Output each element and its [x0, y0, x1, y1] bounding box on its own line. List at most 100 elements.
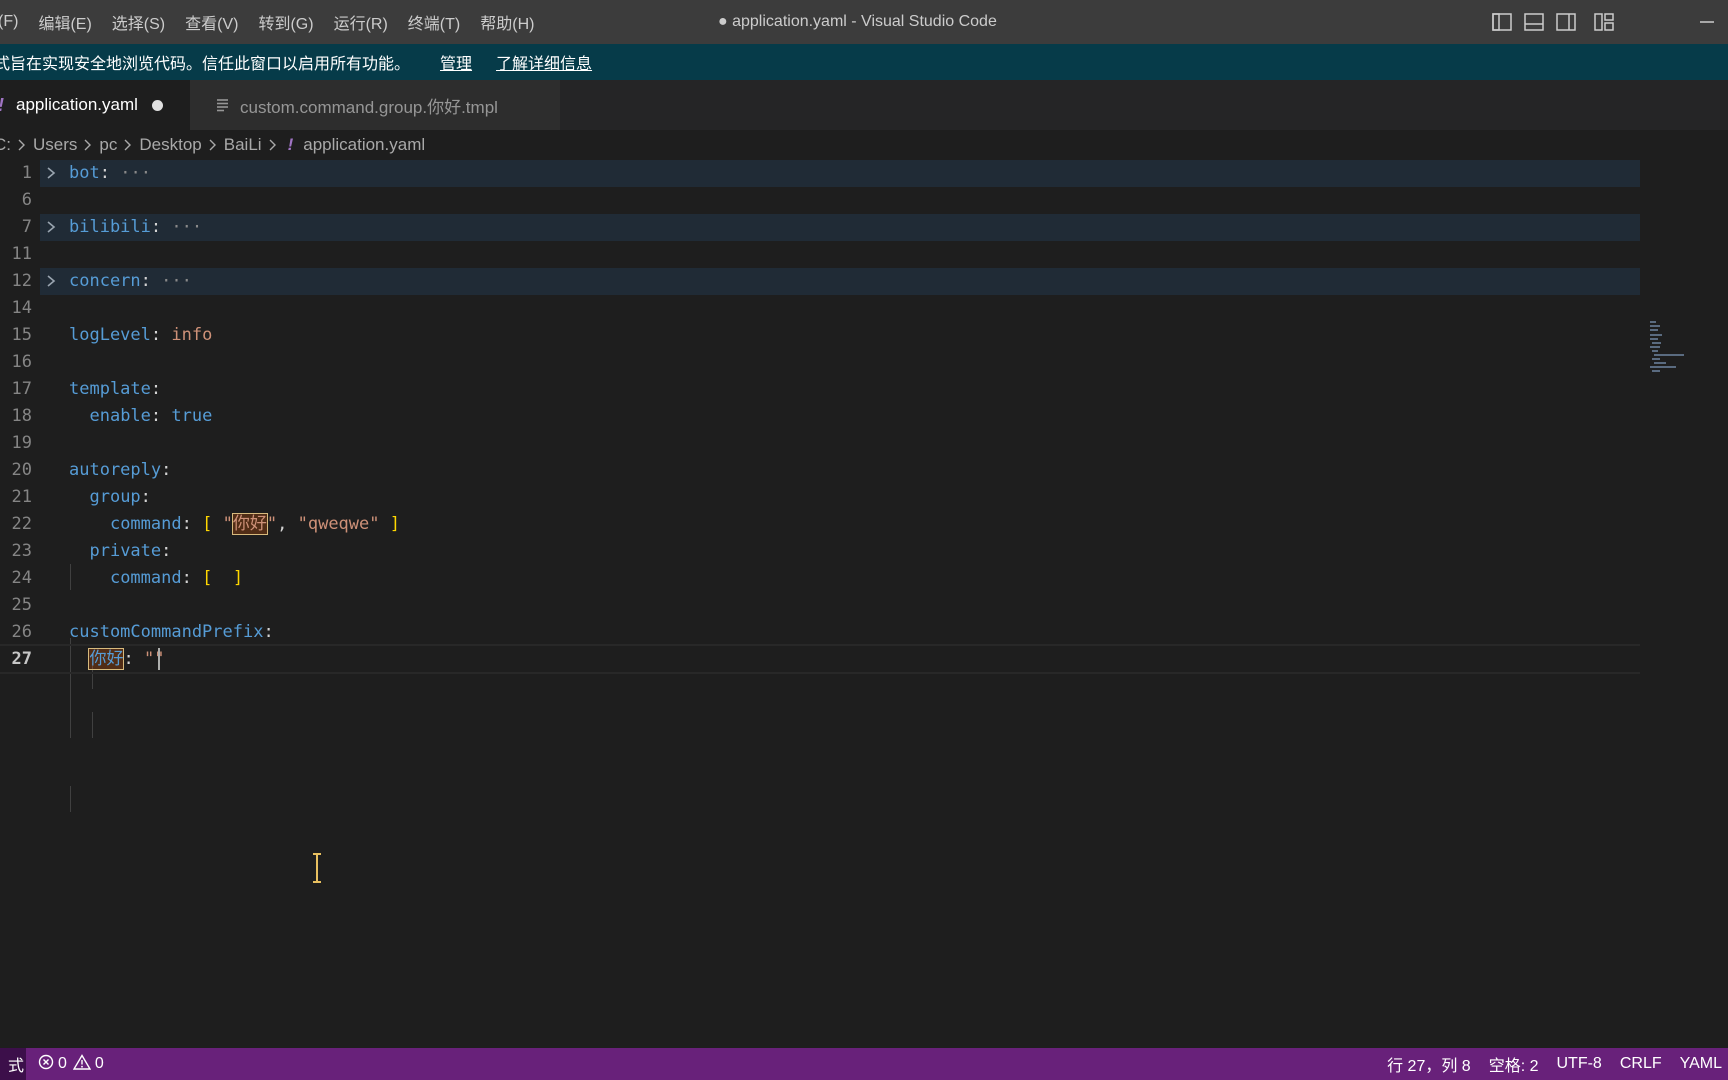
code-line: 16 [0, 349, 1640, 376]
line-number: 20 [11, 460, 32, 480]
breadcrumb-desktop[interactable]: Desktop [139, 135, 201, 155]
line-number: 15 [11, 325, 32, 345]
toggle-primary-sidebar-icon[interactable] [1490, 10, 1514, 34]
menu-view[interactable]: 查看(V) [175, 10, 248, 34]
menu-go[interactable]: 转到(G) [248, 10, 323, 34]
menu-terminal[interactable]: 终端(T) [398, 10, 470, 34]
code-line: 23 private: [0, 538, 1640, 565]
breadcrumb-drive[interactable]: C: [0, 135, 11, 155]
code-line: 11 [0, 241, 1640, 268]
line-number: 26 [11, 622, 32, 642]
tab-custom-command-tmpl[interactable]: custom.command.group.你好.tmpl [190, 80, 560, 130]
status-bar-right: 行 27，列 8 空格: 2 UTF-8 CRLF YAML [1378, 1048, 1728, 1080]
layout-controls [1490, 10, 1616, 34]
line-number: 23 [11, 541, 32, 561]
status-bar: 式 0 0 行 27，列 8 空格: 2 UTF-8 CRLF YAML [0, 1048, 1728, 1080]
code-line: 6 [0, 187, 1640, 214]
error-icon [38, 1054, 54, 1075]
breadcrumb-baili[interactable]: BaiLi [224, 135, 262, 155]
problems-indicator[interactable]: 0 0 [38, 1053, 104, 1075]
end-of-line[interactable]: CRLF [1620, 1055, 1662, 1073]
line-number: 27 [11, 649, 32, 669]
minimap[interactable] [1648, 320, 1728, 380]
chevron-right-icon [124, 139, 132, 151]
chevron-right-icon[interactable] [44, 274, 58, 288]
warning-icon [72, 1053, 92, 1075]
tab-application-yaml[interactable]: ! application.yaml [0, 80, 190, 130]
code-line: 22 command: [ "你好", "qweqwe" ] [0, 511, 1640, 538]
minimize-icon[interactable] [1694, 10, 1718, 34]
breadcrumb: C: Users pc Desktop BaiLi ! application.… [0, 130, 1728, 160]
menu-run[interactable]: 运行(R) [324, 10, 398, 34]
code-line: 26 customCommandPrefix: [0, 619, 1640, 646]
line-number: 18 [11, 406, 32, 426]
code-line: 7 bilibili: ··· [0, 214, 1640, 241]
code-line: 18 enable: true [0, 403, 1640, 430]
toggle-panel-icon[interactable] [1522, 10, 1546, 34]
learn-more-link[interactable]: 了解详细信息 [496, 50, 592, 74]
line-number: 24 [11, 568, 32, 588]
folded-ellipsis[interactable]: ··· [161, 271, 192, 291]
line-number: 11 [11, 244, 32, 264]
line-number: 25 [11, 595, 32, 615]
code-line: 15 logLevel: info [0, 322, 1640, 349]
menu-edit[interactable]: 编辑(E) [28, 10, 101, 34]
customize-layout-icon[interactable] [1592, 10, 1616, 34]
indent-guide [70, 786, 71, 812]
cursor-position[interactable]: 行 27，列 8 [1387, 1052, 1471, 1076]
code-line: 24 command: [ ] [0, 565, 1640, 592]
folded-ellipsis[interactable]: ··· [171, 217, 202, 237]
toggle-secondary-sidebar-icon[interactable] [1554, 10, 1578, 34]
code-line: 17 template: [0, 376, 1640, 403]
chevron-right-icon [18, 139, 26, 151]
chevron-right-icon[interactable] [44, 220, 58, 234]
menu-bar: (F) 编辑(E) 选择(S) 查看(V) 转到(G) 运行(R) 终端(T) … [0, 0, 544, 44]
line-number: 14 [11, 298, 32, 318]
line-number: 17 [11, 379, 32, 399]
menu-file[interactable]: (F) [0, 13, 28, 31]
chevron-right-icon [209, 139, 217, 151]
window-title: ● application.yaml - Visual Studio Code [718, 13, 997, 30]
code-editor[interactable]: 1 bot: ··· 6 7 bilibili: ··· 11 12 conce… [0, 160, 1728, 1048]
language-mode[interactable]: YAML [1680, 1055, 1722, 1073]
code-line: 12 concern: ··· [0, 268, 1640, 295]
code-line: 20 autoreply: [0, 457, 1640, 484]
tab-label: custom.command.group.你好.tmpl [240, 97, 498, 117]
breadcrumb-pc[interactable]: pc [99, 135, 117, 155]
line-number: 16 [11, 352, 32, 372]
text-file-icon [216, 98, 230, 112]
line-number: 6 [21, 190, 32, 210]
code-line: 19 [0, 430, 1640, 457]
error-count: 0 [58, 1055, 67, 1072]
line-number: 22 [11, 514, 32, 534]
indentation[interactable]: 空格: 2 [1489, 1052, 1539, 1076]
folded-ellipsis[interactable]: ··· [120, 163, 151, 183]
unsaved-dot-icon[interactable] [151, 99, 163, 111]
breadcrumb-users[interactable]: Users [33, 135, 77, 155]
chevron-right-icon[interactable] [44, 166, 58, 180]
chevron-right-icon [269, 139, 277, 151]
line-number: 21 [11, 487, 32, 507]
code-line: 21 group: [0, 484, 1640, 511]
banner-text: 式旨在实现安全地浏览代码。信任此窗口以启用所有功能。 [0, 56, 411, 73]
text-cursor [158, 648, 161, 670]
chevron-right-icon [84, 139, 92, 151]
encoding[interactable]: UTF-8 [1557, 1055, 1602, 1073]
line-number: 19 [11, 433, 32, 453]
word-highlight: 你好 [231, 513, 268, 535]
manage-link[interactable]: 管理 [440, 50, 472, 74]
yaml-file-icon: ! [0, 95, 8, 116]
mouse-ibeam-cursor-icon [313, 853, 321, 883]
restricted-mode-indicator[interactable]: 式 [0, 1048, 26, 1080]
line-number: 12 [11, 271, 32, 291]
line-number: 7 [21, 217, 32, 237]
menu-help[interactable]: 帮助(H) [470, 10, 544, 34]
tab-label: application.yaml [16, 95, 138, 114]
code-line: 25 [0, 592, 1640, 619]
breadcrumb-file[interactable]: application.yaml [303, 135, 425, 155]
title-bar: (F) 编辑(E) 选择(S) 查看(V) 转到(G) 运行(R) 终端(T) … [0, 0, 1728, 44]
restricted-mode-banner: 式旨在实现安全地浏览代码。信任此窗口以启用所有功能。 管理 了解详细信息 [0, 44, 1728, 80]
menu-selection[interactable]: 选择(S) [102, 10, 175, 34]
warning-count: 0 [94, 1055, 104, 1072]
indent-guide [92, 712, 93, 738]
